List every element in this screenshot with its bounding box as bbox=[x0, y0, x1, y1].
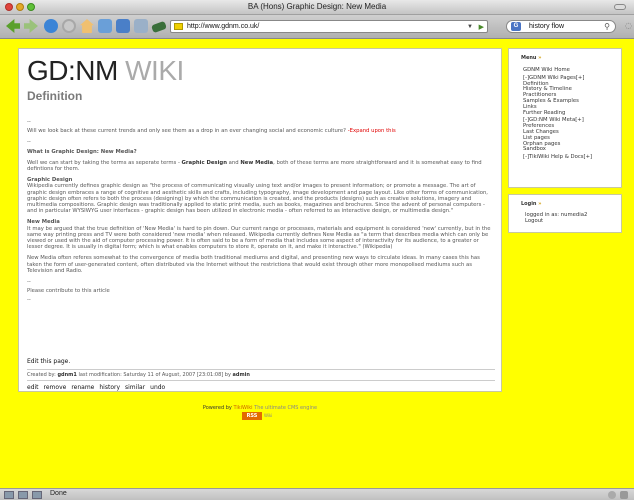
search-input[interactable]: history flow bbox=[529, 23, 564, 30]
reload-icon[interactable] bbox=[44, 19, 58, 33]
window-title: BA (Hons) Graphic Design: New Media bbox=[247, 2, 387, 11]
new-media-link[interactable]: New Media bbox=[240, 160, 273, 166]
resize-icon[interactable] bbox=[620, 491, 628, 499]
powered-label: Powered by bbox=[202, 405, 232, 411]
bookmark-icon[interactable] bbox=[98, 19, 112, 33]
toolbar-toggle-button[interactable] bbox=[614, 4, 626, 10]
logo-wiki: WIKI bbox=[117, 55, 184, 86]
tikiwiki-link[interactable]: TikiWiki bbox=[233, 405, 252, 411]
menu-item[interactable]: GDNM Wiki Home bbox=[523, 67, 592, 74]
forward-arrow-icon[interactable] bbox=[24, 19, 38, 33]
chevron-right-icon[interactable]: » bbox=[538, 55, 541, 61]
menu-item[interactable]: Further Reading bbox=[523, 110, 592, 117]
url-dropdown-icon[interactable]: ▼ bbox=[467, 22, 473, 33]
section-heading-new-media: New Media bbox=[27, 219, 60, 226]
browser-toolbar: http://www.gdnm.co.uk/ ▼ ▶ G history flo… bbox=[0, 15, 634, 39]
status-text: Done bbox=[50, 490, 67, 497]
chevron-right-icon[interactable]: » bbox=[538, 201, 541, 207]
separator-text: -- bbox=[27, 279, 31, 286]
site-logo[interactable]: GD:NM WIKI bbox=[27, 55, 184, 87]
new-media-section: New Media It may be argued that the true … bbox=[27, 219, 495, 250]
history-action[interactable]: history bbox=[99, 384, 120, 391]
address-bar[interactable]: http://www.gdnm.co.uk/ ▼ ▶ bbox=[170, 20, 488, 33]
expand-link[interactable]: -Expand upon this bbox=[348, 128, 396, 134]
separator-text: -- bbox=[27, 119, 31, 125]
text: Well we can start by taking the terms as… bbox=[27, 159, 182, 166]
menu-heading-text: Menu bbox=[521, 55, 537, 61]
rss-sub-label: Wiki bbox=[264, 413, 273, 418]
section-heading-graphic-design: Graphic Design bbox=[27, 177, 73, 184]
login-heading: Login » bbox=[521, 201, 541, 207]
status-bar: Done bbox=[0, 488, 634, 500]
remove-action[interactable]: remove bbox=[44, 384, 67, 391]
section-heading-what-is: What is Graphic Design: New Media? bbox=[27, 148, 137, 155]
logout-link[interactable]: Logout bbox=[525, 218, 587, 224]
status-icon[interactable] bbox=[18, 491, 28, 499]
site-favicon-icon bbox=[174, 23, 183, 30]
separator-text: -- bbox=[27, 139, 31, 146]
new-media-text: It may be argued that the true definitio… bbox=[27, 225, 491, 251]
undo-action[interactable]: undo bbox=[150, 384, 165, 391]
article-body: -- Will we look back at these current tr… bbox=[27, 119, 495, 307]
search-box[interactable]: G history flow ⚲ bbox=[506, 20, 616, 33]
modifier-link[interactable]: admin bbox=[233, 372, 250, 378]
graphic-design-link[interactable]: Graphic Design bbox=[182, 160, 227, 166]
graphic-design-text: Wikipedia currently defines graphic desi… bbox=[27, 183, 488, 215]
stop-icon[interactable] bbox=[62, 19, 76, 33]
login-box: Login » logged in as: numedia2 Logout bbox=[508, 194, 622, 233]
rename-action[interactable]: rename bbox=[71, 384, 94, 391]
menu-heading: Menu » bbox=[521, 55, 541, 61]
intro-paragraph: Will we look back at these current trend… bbox=[27, 128, 495, 134]
url-text: http://www.gdnm.co.uk/ bbox=[187, 23, 260, 30]
page-actions: edit remove rename history similar undo bbox=[27, 380, 495, 391]
home-icon[interactable] bbox=[80, 19, 94, 33]
powered-by: Powered by TikiWiki The ultimate CMS eng… bbox=[18, 405, 502, 411]
rss-button[interactable]: RSS bbox=[242, 412, 262, 420]
back-arrow-icon[interactable] bbox=[6, 19, 20, 33]
wiki-content-box: GD:NM WIKI Definition -- Will we look ba… bbox=[18, 48, 502, 392]
new-media-text-2: New Media often referes somewhat to the … bbox=[27, 255, 480, 274]
edit-page-link[interactable]: Edit this page. bbox=[27, 358, 70, 365]
security-icon[interactable] bbox=[608, 491, 616, 499]
menu-box: Menu » GDNM Wiki Home [-]GDNM Wiki Pages[… bbox=[508, 48, 622, 188]
status-icon[interactable] bbox=[4, 491, 14, 499]
search-engine-icon[interactable]: G bbox=[511, 22, 521, 31]
logo-gdnm: GD:NM bbox=[27, 55, 118, 86]
contribute-text: Please contribute to this article bbox=[27, 288, 110, 295]
menu-item[interactable]: Sandbox bbox=[523, 147, 592, 153]
spinner-icon: ◌ bbox=[625, 21, 632, 30]
created-by-label: Created by: bbox=[27, 372, 56, 378]
login-heading-text: Login bbox=[521, 201, 537, 207]
text: and bbox=[226, 159, 241, 166]
what-is-paragraph: Well we can start by taking the terms as… bbox=[27, 160, 495, 172]
pen-icon[interactable] bbox=[151, 20, 167, 34]
menu-list: GDNM Wiki Home [-]GDNM Wiki Pages[+] Defin… bbox=[523, 67, 592, 161]
graphic-design-section: Graphic Design Wikipedia currently define… bbox=[27, 177, 495, 214]
save-icon[interactable] bbox=[116, 19, 130, 33]
intro-text: Will we look back at these current trend… bbox=[27, 128, 346, 135]
tagline: The ultimate CMS engine bbox=[252, 405, 318, 411]
page-title: Definition bbox=[27, 89, 83, 103]
login-body: logged in as: numedia2 Logout bbox=[525, 212, 587, 224]
go-arrow-icon[interactable]: ▶ bbox=[479, 22, 484, 33]
creator-link[interactable]: gdnm1 bbox=[57, 372, 76, 378]
edit-action[interactable]: edit bbox=[27, 384, 39, 391]
last-mod-label: last modification: Saturday 11 of August… bbox=[78, 372, 231, 378]
title-bar: BA (Hons) Graphic Design: New Media bbox=[0, 0, 634, 15]
page-info: Created by: gdnm1 last modification: Sat… bbox=[27, 369, 495, 378]
status-icon[interactable] bbox=[32, 491, 42, 499]
separator-text: -- bbox=[27, 297, 31, 304]
print-icon[interactable] bbox=[134, 19, 148, 33]
search-icon[interactable]: ⚲ bbox=[604, 21, 610, 32]
similar-action[interactable]: similar bbox=[125, 384, 145, 391]
menu-item[interactable]: [-]TikiWiki Help & Docs[+] bbox=[523, 154, 592, 161]
